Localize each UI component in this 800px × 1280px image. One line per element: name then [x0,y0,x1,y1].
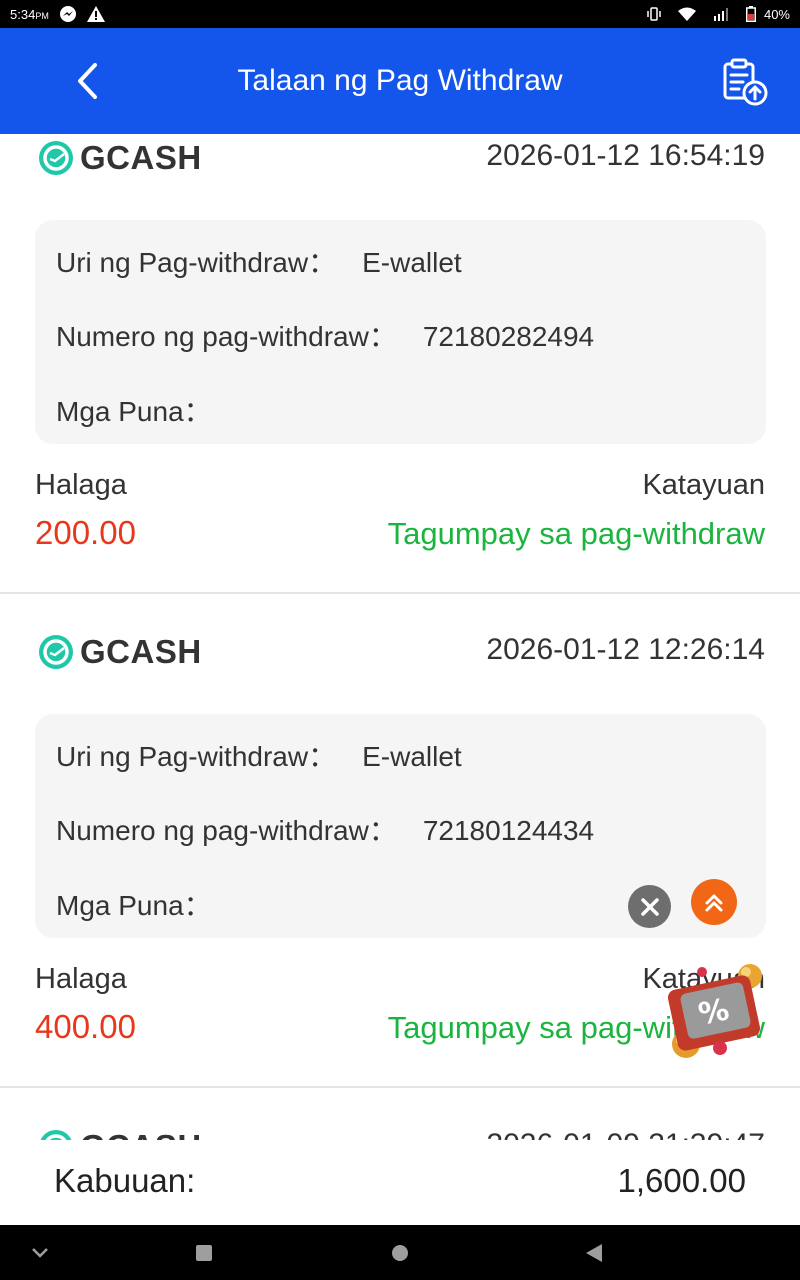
withdraw-method: GCASH [80,1128,202,1140]
status-time: 5:34PM [10,6,49,22]
promo-gift-button[interactable]: % [658,958,778,1062]
chevron-down-icon [32,1247,48,1258]
gcash-logo-icon [40,1130,72,1140]
withdraw-type-row: Uri ng Pag-withdraw： E-wallet [56,741,462,772]
status-bar: 5:34PM 40% [0,0,800,28]
messenger-icon [59,5,77,23]
app-header: Talaan ng Pag Withdraw [0,28,800,134]
status-value: Tagumpay sa pag-withdraw [387,516,765,551]
signal-icon [712,7,730,21]
withdraw-record-item: GCASH 2026-01-09 21:39:47 [0,1118,800,1140]
divider [0,1086,800,1088]
amount-value: 200.00 [35,514,136,551]
divider [0,592,800,594]
close-icon [640,897,659,916]
system-nav-bar [0,1225,800,1280]
total-bar: Kabuuan: 1,600.00 [0,1140,800,1225]
battery-percent: 40% [763,6,790,22]
withdraw-details-card: Uri ng Pag-withdraw： E-wallet Numero ng p… [35,220,766,444]
withdraw-record-upload-button[interactable] [716,54,772,110]
gcash-brand: GCASH [38,1128,202,1140]
withdraw-method: GCASH [80,139,202,176]
gcash-brand: GCASH [38,139,202,177]
nav-recents-button[interactable] [174,1225,234,1280]
square-icon [196,1244,212,1261]
withdraw-datetime: 2026-01-12 12:26:14 [486,633,765,666]
withdraw-datetime: 2026-01-09 21:39:47 [486,1128,765,1140]
withdraw-method: GCASH [80,633,202,670]
vibrate-icon [646,7,662,21]
withdraw-number-row: Numero ng pag-withdraw： 72180282494 [56,321,595,352]
wifi-icon [677,7,696,21]
withdraw-number-row: Numero ng pag-withdraw： 72180124434 [56,815,595,846]
withdraw-datetime: 2026-01-12 16:54:19 [486,139,765,172]
withdraw-remarks-row: Mga Puna： [56,890,212,921]
chevron-left-icon [78,63,97,99]
triangle-back-icon [586,1243,602,1262]
amount-value: 400.00 [35,1008,136,1045]
warning-icon [86,6,105,22]
circle-icon [392,1244,408,1261]
page-title: Talaan ng Pag Withdraw [237,64,563,97]
total-value: 1,600.00 [617,1162,746,1199]
double-chevron-up-icon [705,894,723,912]
total-label: Kabuuan: [54,1162,196,1199]
clipboard-upload-icon [723,58,768,106]
nav-home-button[interactable] [370,1225,430,1280]
withdraw-record-item: GCASH 2026-01-12 16:54:19 Uri ng Pag-wit… [0,134,800,594]
scroll-to-top-button[interactable] [691,879,737,925]
nav-collapse-button[interactable] [10,1225,70,1280]
withdraw-remarks-row: Mga Puna： [56,396,212,427]
withdraw-type-row: Uri ng Pag-withdraw： E-wallet [56,247,462,278]
gcash-logo-icon [39,141,73,175]
battery-icon [745,6,756,22]
gcash-logo-icon [39,635,73,669]
close-float-button[interactable] [628,885,671,928]
amount-label: Halaga [35,469,127,501]
nav-back-button[interactable] [564,1225,624,1280]
gcash-brand: GCASH [38,633,202,671]
back-button[interactable] [62,56,112,106]
amount-label: Halaga [35,963,127,995]
discount-coupon-icon: % [667,964,762,1058]
status-label: Katayuan [642,469,765,501]
